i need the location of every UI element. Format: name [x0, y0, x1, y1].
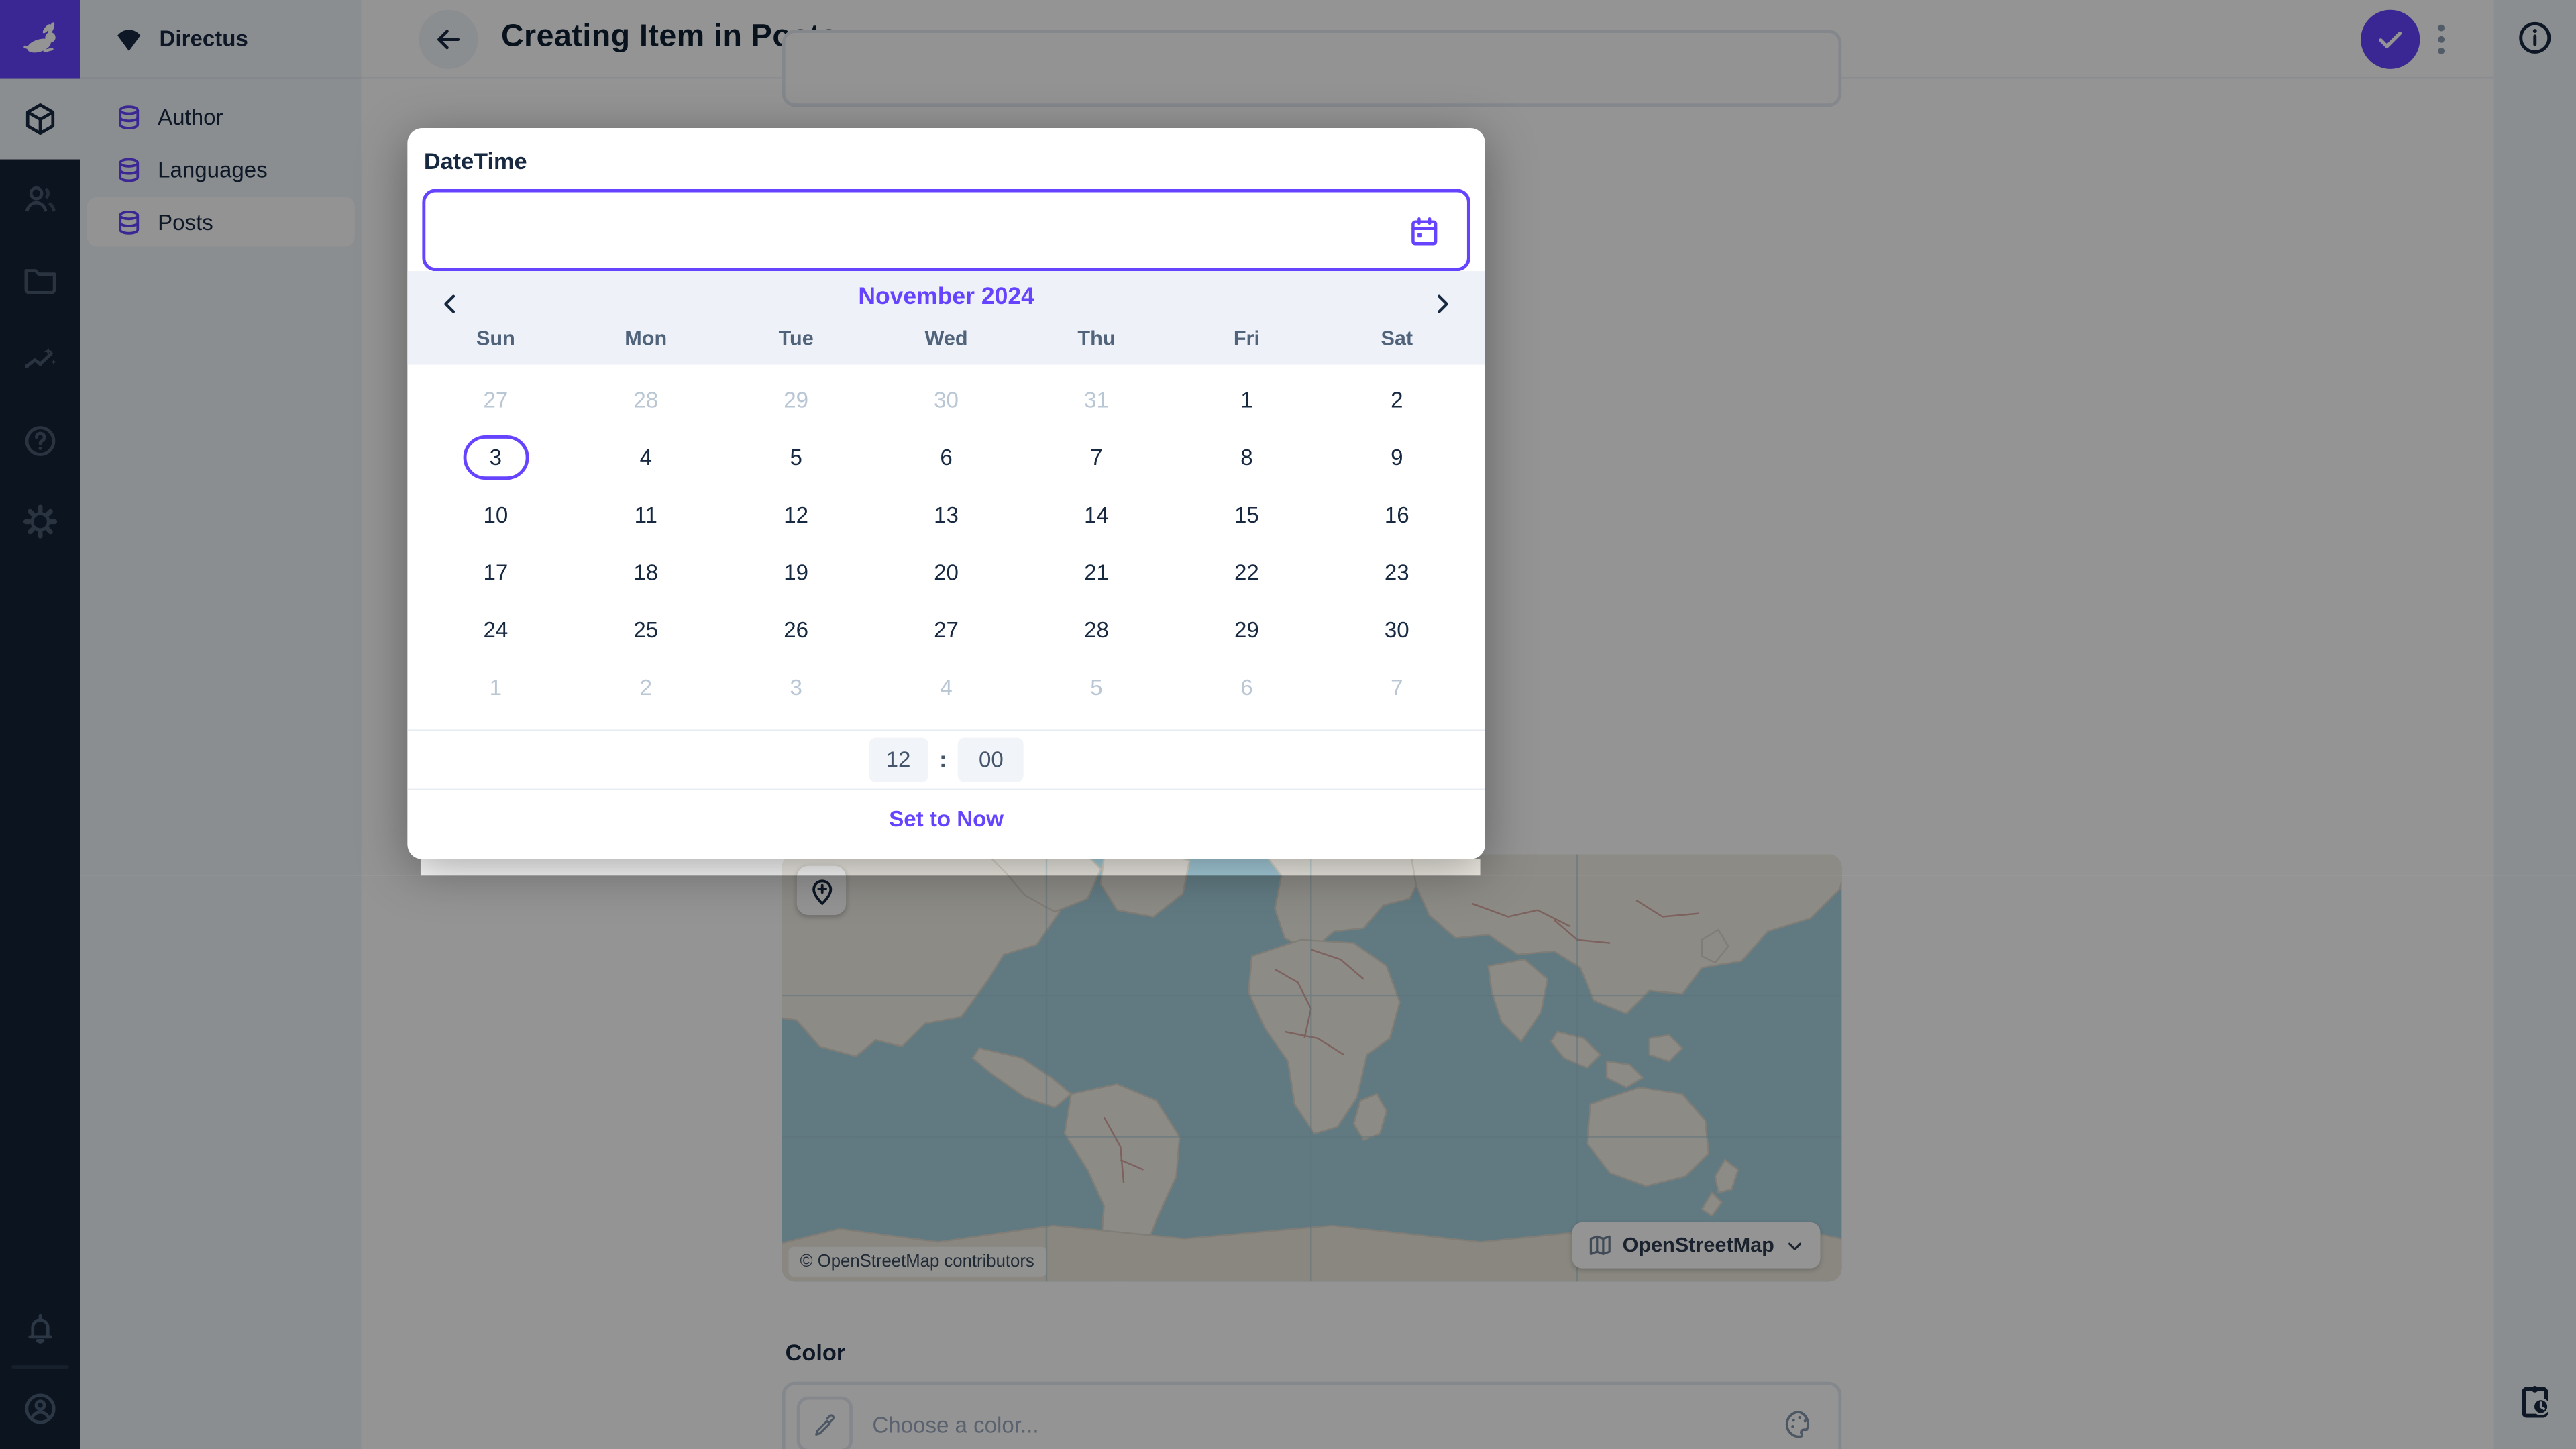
dim-overlay-left [0, 859, 421, 875]
calendar-day[interactable]: 15 [1171, 486, 1322, 544]
calendar-day[interactable]: 11 [571, 486, 721, 544]
calendar-icon[interactable] [1406, 213, 1442, 250]
calendar-day[interactable]: 6 [871, 429, 1022, 486]
calendar-day[interactable]: 31 [1022, 371, 1172, 429]
calendar-day[interactable]: 3 [721, 659, 871, 716]
set-to-now-button[interactable]: Set to Now [889, 806, 1004, 831]
calendar-day[interactable]: 24 [421, 601, 571, 659]
minute-input[interactable]: 00 [958, 738, 1024, 782]
calendar-days-grid: 2728293031123456789101112131415161718192… [421, 371, 1472, 716]
calendar-day[interactable]: 13 [871, 486, 1022, 544]
calendar-day[interactable]: 1 [421, 659, 571, 716]
calendar-day[interactable]: 26 [721, 601, 871, 659]
calendar-day[interactable]: 30 [1322, 601, 1472, 659]
calendar-day[interactable]: 7 [1022, 429, 1172, 486]
calendar-day[interactable]: 2 [571, 659, 721, 716]
calendar-day[interactable]: 8 [1171, 429, 1322, 486]
calendar-day[interactable]: 27 [871, 601, 1022, 659]
calendar-day[interactable]: 1 [1171, 371, 1322, 429]
weekday-row: SunMonTueWedThuFriSat [421, 317, 1472, 360]
calendar-day[interactable]: 14 [1022, 486, 1172, 544]
weekday-label: Sun [421, 317, 571, 360]
calendar-day[interactable]: 5 [1022, 659, 1172, 716]
dim-overlay-bottom[interactable] [0, 875, 2576, 1449]
calendar-day[interactable]: 25 [571, 601, 721, 659]
weekday-label: Sat [1322, 317, 1472, 360]
calendar-day[interactable]: 9 [1322, 429, 1472, 486]
calendar-day[interactable]: 23 [1322, 544, 1472, 602]
calendar-day[interactable]: 20 [871, 544, 1022, 602]
today-outline: 3 [463, 435, 529, 480]
calendar-header: November 2024 SunMonTueWedThuFriSat [407, 271, 1485, 365]
calendar-day[interactable]: 18 [571, 544, 721, 602]
calendar-day[interactable]: 4 [571, 429, 721, 486]
calendar-day[interactable]: 7 [1322, 659, 1472, 716]
weekday-label: Tue [721, 317, 871, 360]
datetime-input[interactable] [422, 189, 1470, 271]
datetime-popup: DateTime November 2024 [407, 128, 1485, 859]
calendar-day[interactable]: 17 [421, 544, 571, 602]
calendar-day[interactable]: 21 [1022, 544, 1172, 602]
weekday-label: Wed [871, 317, 1022, 360]
calendar-day[interactable]: 4 [871, 659, 1022, 716]
calendar-day[interactable]: 12 [721, 486, 871, 544]
weekday-label: Thu [1022, 317, 1172, 360]
app-window: Directus Author Languages [0, 0, 2576, 1449]
hour-input[interactable]: 12 [869, 738, 928, 782]
calendar-day[interactable]: 10 [421, 486, 571, 544]
calendar-day[interactable]: 5 [721, 429, 871, 486]
calendar-day[interactable]: 28 [571, 371, 721, 429]
time-row: 12 : 00 [407, 731, 1485, 789]
calendar-day[interactable]: 28 [1022, 601, 1172, 659]
set-to-now-row: Set to Now [407, 790, 1485, 848]
weekday-label: Fri [1171, 317, 1322, 360]
calendar-day[interactable]: 29 [721, 371, 871, 429]
calendar-day[interactable]: 3 [421, 429, 571, 486]
time-colon: : [939, 747, 947, 772]
datetime-field-label: DateTime [424, 148, 527, 174]
weekday-label: Mon [571, 317, 721, 360]
chevron-right-icon [1430, 290, 1456, 317]
calendar-day[interactable]: 2 [1322, 371, 1472, 429]
calendar-day[interactable]: 6 [1171, 659, 1322, 716]
calendar-day[interactable]: 27 [421, 371, 571, 429]
calendar-icon-glyph [1406, 213, 1442, 250]
calendar-day[interactable]: 19 [721, 544, 871, 602]
calendar-day[interactable]: 16 [1322, 486, 1472, 544]
month-label[interactable]: November 2024 [407, 284, 1485, 311]
calendar-day[interactable]: 22 [1171, 544, 1322, 602]
calendar-day[interactable]: 29 [1171, 601, 1322, 659]
calendar-day[interactable]: 30 [871, 371, 1022, 429]
dim-overlay-right [1481, 859, 2576, 875]
